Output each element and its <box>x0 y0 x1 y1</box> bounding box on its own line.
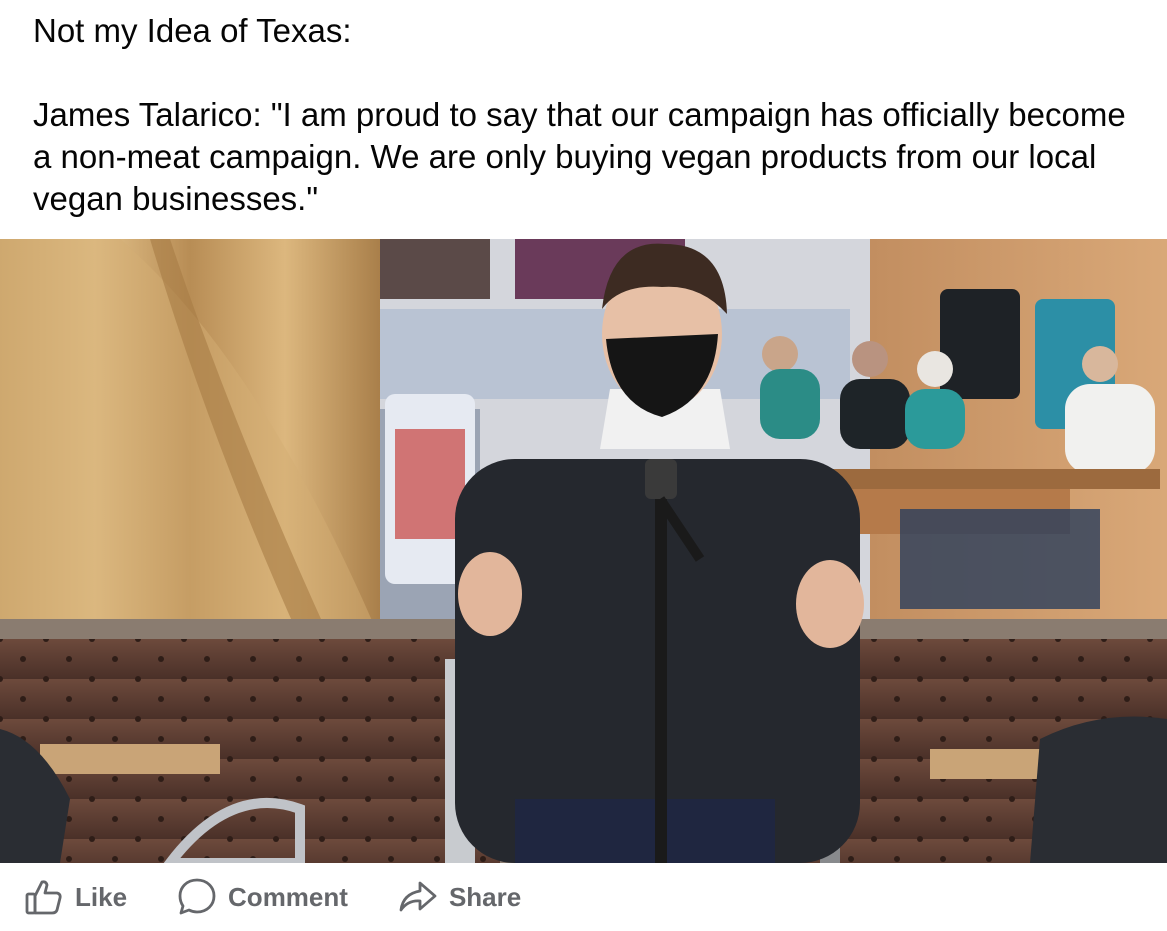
like-button[interactable]: Like <box>24 877 127 917</box>
like-label: Like <box>75 881 128 912</box>
share-arrow-icon <box>398 877 438 917</box>
post-text: Not my Idea of Texas: James Talarico: "I… <box>33 10 1143 220</box>
comment-button[interactable]: Comment <box>177 877 348 917</box>
comment-bubble-icon <box>177 877 217 917</box>
action-bar: Like Comment Share <box>0 863 1167 931</box>
share-button[interactable]: Share <box>398 877 521 917</box>
share-label: Share <box>448 881 522 912</box>
thumbs-up-icon <box>24 877 64 917</box>
post-photo[interactable] <box>0 239 1167 863</box>
comment-label: Comment <box>228 881 348 912</box>
post-heading: Not my Idea of Texas: <box>33 12 352 49</box>
post-body: James Talarico: "I am proud to say that … <box>33 96 1126 217</box>
